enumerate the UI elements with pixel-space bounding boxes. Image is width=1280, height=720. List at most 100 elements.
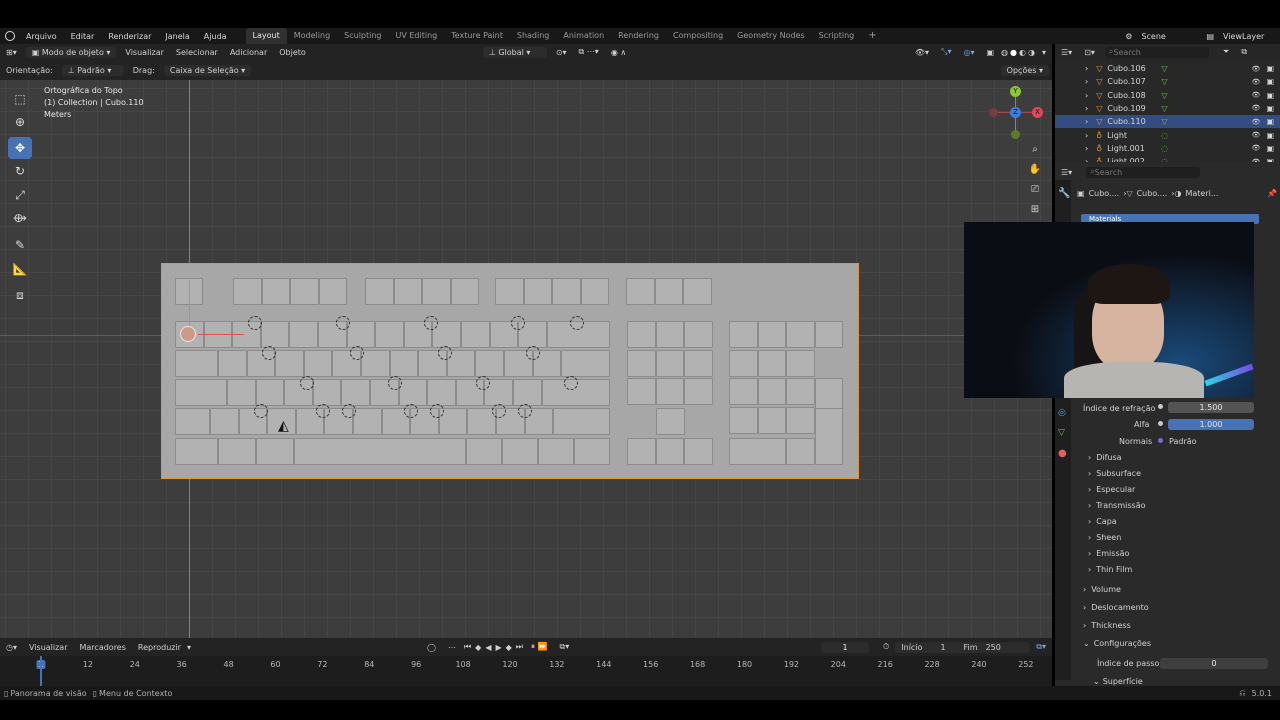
outliner-row[interactable]: › ▽ Cubo.109 ▽ 👁 ▣ [1055, 102, 1280, 115]
tab-sculpting[interactable]: Sculpting [337, 28, 388, 44]
timeline-editor-icon[interactable]: ◷▾ [0, 643, 23, 652]
breadcrumb-mesh[interactable]: Cubo.... [1137, 189, 1168, 198]
play-reverse-icon[interactable]: ◀ [483, 643, 493, 652]
proportional-edit-icon[interactable]: ◉ ∧ [605, 48, 632, 57]
section-header[interactable]: › Thickness [1083, 618, 1131, 632]
stopwatch-icon[interactable]: ⏱ [877, 642, 895, 652]
mesh-data-icon[interactable]: ▽ [1161, 91, 1167, 100]
keyframe-type-icon[interactable]: ⏸ ⏩ [525, 642, 554, 652]
add-cube-tool-icon[interactable]: ⧈ [8, 284, 32, 306]
blender-logo-icon[interactable] [5, 31, 15, 41]
timeline-menu-visualizar[interactable]: Visualizar [23, 643, 74, 652]
alpha-field[interactable]: 1.000 [1168, 419, 1254, 430]
tab-modeling[interactable]: Modeling [287, 28, 337, 44]
outliner-row[interactable]: › ♁ Light ◌ 👁 ▣ [1055, 129, 1280, 142]
expand-arrow-icon[interactable]: › [1085, 64, 1088, 73]
tab-rendering[interactable]: Rendering [611, 28, 666, 44]
jump-end-icon[interactable]: ⏭ [514, 642, 525, 652]
subsection-header[interactable]: › Difusa [1088, 450, 1122, 464]
surface-section-header[interactable]: ⌄ Superfície [1093, 677, 1143, 686]
visibility-icon[interactable]: 👁▾ [909, 48, 935, 57]
light-data-icon[interactable]: ◌ [1161, 144, 1168, 153]
menu-selecionar[interactable]: Selecionar [170, 48, 224, 57]
outliner-row[interactable]: › ▽ Cubo.108 ▽ 👁 ▣ [1055, 89, 1280, 102]
expand-arrow-icon[interactable]: › [1085, 117, 1088, 126]
settings-section-header[interactable]: ⌄ Configurações [1083, 636, 1151, 650]
subsection-header[interactable]: › Sheen [1088, 530, 1121, 544]
render-camera-icon[interactable]: ▣ [1266, 131, 1274, 140]
pin-icon[interactable]: 📌 [1267, 189, 1277, 198]
render-camera-icon[interactable]: ▣ [1266, 91, 1274, 100]
eye-icon[interactable]: 👁 [1252, 131, 1261, 139]
ior-field[interactable]: 1.500 [1168, 402, 1254, 413]
subsection-header[interactable]: › Subsurface [1088, 466, 1141, 480]
auto-keying-icon[interactable]: ◯ [421, 643, 442, 652]
subsection-header[interactable]: › Thin Film [1088, 562, 1132, 576]
add-workspace-button[interactable]: + [861, 28, 883, 44]
render-camera-icon[interactable]: ▣ [1266, 77, 1274, 86]
shading-solid-icon[interactable]: ● [1009, 48, 1018, 57]
menu-ajuda[interactable]: Ajuda [197, 32, 234, 41]
subsection-header[interactable]: › Especular [1088, 482, 1135, 496]
section-header[interactable]: › Deslocamento [1083, 600, 1149, 614]
next-keyframe-icon[interactable]: ◆ [504, 643, 514, 652]
outliner-search[interactable]: ⌕ Search [1104, 46, 1209, 58]
mode-dropdown[interactable]: ▣ Modo de objeto ▾ [25, 46, 117, 58]
end-frame-value[interactable]: 250 [986, 643, 1001, 652]
properties-search[interactable]: ⌕ Search [1086, 166, 1201, 178]
gizmo-x-icon[interactable]: X [1032, 107, 1043, 118]
outliner-row[interactable]: › ▽ Cubo.106 ▽ 👁 ▣ [1055, 62, 1280, 75]
scene-icon[interactable]: ⚙ [1123, 32, 1134, 41]
timeline-menu-marcadores[interactable]: Marcadores [74, 643, 132, 652]
tab-compositing[interactable]: Compositing [666, 28, 730, 44]
render-camera-icon[interactable]: ▣ [1266, 64, 1274, 73]
timeline-area[interactable]: 1122436486072849610812013214415616818019… [0, 656, 1052, 686]
breadcrumb-material[interactable]: Materi... [1185, 189, 1218, 198]
eye-icon[interactable]: 👁 [1252, 78, 1261, 86]
tab-layout[interactable]: Layout [245, 28, 287, 44]
keying-set-icon[interactable]: ⋯ [442, 643, 462, 652]
annotate-tool-icon[interactable]: ✎ [8, 234, 32, 256]
overlays-icon[interactable]: ◎▾ [957, 48, 980, 57]
outliner-row[interactable]: › ▽ Cubo.107 ▽ 👁 ▣ [1055, 75, 1280, 88]
cursor-tool-icon[interactable]: ⊕ [8, 111, 32, 133]
timeline-menu-chevron-icon[interactable]: ▾ [187, 643, 191, 652]
shading-rendered-icon[interactable]: ◑ [1027, 48, 1036, 57]
filter-icon[interactable]: ⏷ [1217, 47, 1235, 57]
options-dropdown[interactable]: Opções ▾ [1000, 64, 1049, 76]
snap-icon[interactable]: ⧉ ⋯▾ [573, 47, 605, 57]
xray-icon[interactable]: ▣ [980, 48, 1000, 57]
outliner-row[interactable]: › ♁ Light.001 ◌ 👁 ▣ [1055, 142, 1280, 155]
measure-tool-icon[interactable]: 📐 [8, 258, 32, 280]
shading-wireframe-icon[interactable]: ◍ [1000, 48, 1009, 57]
alpha-keyframe-icon[interactable] [1158, 421, 1163, 426]
navigation-gizmo[interactable]: Y X Z [984, 84, 1046, 146]
mesh-data-icon[interactable]: ▽ [1161, 104, 1167, 113]
rotate-tool-icon[interactable]: ↻ [8, 160, 32, 182]
scale-tool-icon[interactable]: ⤢ [8, 184, 32, 206]
transform-tool-icon[interactable]: ⟴ [8, 207, 32, 229]
shading-material-icon[interactable]: ◐ [1018, 48, 1027, 57]
render-camera-icon[interactable]: ▣ [1266, 144, 1274, 153]
gizmo-y-icon[interactable]: Y [1010, 86, 1021, 97]
camera-view-icon[interactable]: ⎚ [1026, 180, 1044, 198]
tab-geometry-nodes[interactable]: Geometry Nodes [730, 28, 811, 44]
prev-keyframe-icon[interactable]: ◆ [473, 643, 483, 652]
view-layer-icon[interactable]: ▤ [1204, 32, 1216, 41]
expand-arrow-icon[interactable]: › [1085, 91, 1088, 100]
menu-objeto[interactable]: Objeto [273, 48, 312, 57]
eye-icon[interactable]: 👁 [1252, 104, 1261, 112]
move-tool-icon[interactable]: ✥ [8, 137, 32, 159]
breadcrumb-object[interactable]: Cubo.... [1089, 189, 1120, 198]
gizmo-neg-y-icon[interactable] [1011, 130, 1020, 139]
timeline-menu-reproduzir[interactable]: Reproduzir [132, 643, 187, 652]
menu-janela[interactable]: Janela [158, 32, 196, 41]
normals-value[interactable]: Padrão [1169, 434, 1197, 448]
light-data-icon[interactable]: ◌ [1161, 131, 1168, 140]
view-layer-selector[interactable]: ViewLayer [1216, 32, 1280, 41]
gizmo-z-icon[interactable]: Z [1010, 107, 1021, 118]
tab-uv-editing[interactable]: UV Editing [389, 28, 445, 44]
drag-dropdown[interactable]: Caixa de Seleção ▾ [163, 64, 252, 76]
zoom-icon[interactable]: ⌕ [1026, 140, 1044, 158]
mesh-data-icon[interactable]: ▽ [1161, 117, 1167, 126]
